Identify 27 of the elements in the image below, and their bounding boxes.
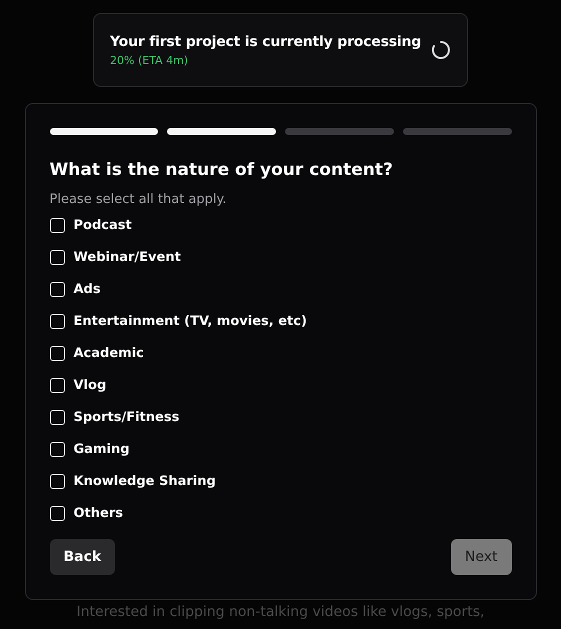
background-text: Interested in clipping non-talking videos like vlogs, sports, bbox=[76, 604, 484, 620]
checkbox[interactable] bbox=[50, 282, 64, 297]
checkbox[interactable] bbox=[50, 250, 64, 265]
checkbox[interactable] bbox=[50, 314, 64, 329]
option-label[interactable]: Webinar/Event bbox=[74, 250, 181, 265]
checkbox[interactable] bbox=[50, 506, 64, 521]
option-label[interactable]: Entertainment (TV, movies, etc) bbox=[74, 314, 307, 329]
option-label[interactable]: Knowledge Sharing bbox=[74, 474, 216, 489]
question-title: What is the nature of your content? bbox=[50, 160, 394, 180]
option-label[interactable]: Podcast bbox=[74, 218, 132, 233]
checkbox[interactable] bbox=[50, 378, 64, 393]
checkbox[interactable] bbox=[50, 474, 64, 489]
checkbox[interactable] bbox=[50, 218, 64, 233]
back-button[interactable]: Back bbox=[50, 539, 116, 575]
question-hint: Please select all that apply. bbox=[50, 192, 228, 207]
checkbox[interactable] bbox=[50, 410, 64, 425]
option-label[interactable]: Others bbox=[74, 506, 123, 521]
option-label[interactable]: Gaming bbox=[74, 442, 130, 457]
toast-title: Your first project is currently processing bbox=[110, 34, 422, 50]
checkbox[interactable] bbox=[50, 346, 64, 361]
option-label[interactable]: Vlog bbox=[74, 378, 106, 393]
checkbox[interactable] bbox=[50, 442, 64, 457]
option-label[interactable]: Ads bbox=[74, 282, 101, 297]
option-label[interactable]: Academic bbox=[74, 346, 144, 361]
toast-progress: 20% (ETA 4m) bbox=[110, 54, 190, 66]
loading-spinner-icon bbox=[431, 40, 451, 60]
option-label[interactable]: Sports/Fitness bbox=[74, 410, 180, 425]
